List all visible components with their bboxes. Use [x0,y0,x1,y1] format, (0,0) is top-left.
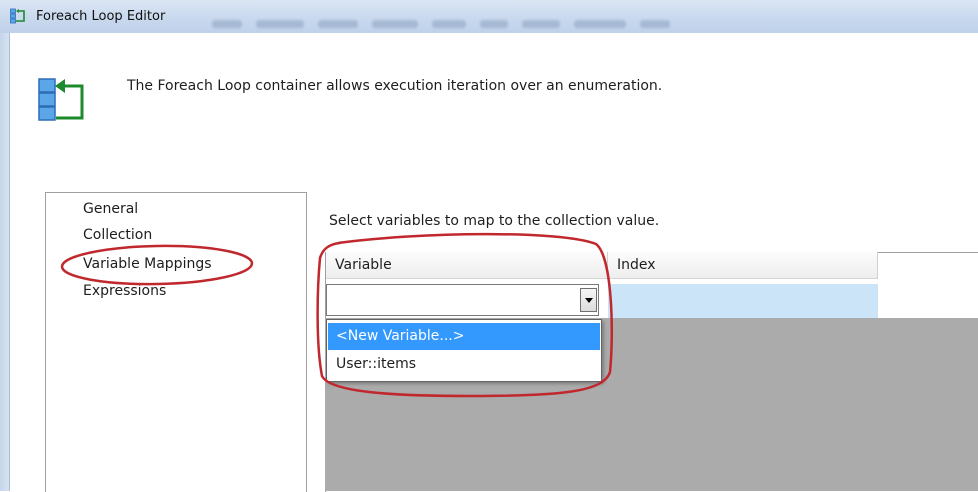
dropdown-option-user-items[interactable]: User::items [328,351,600,378]
chevron-down-icon [585,298,593,303]
window-title: Foreach Loop Editor [36,9,166,24]
title-bar: Foreach Loop Editor [0,0,978,33]
frame-divider [9,33,10,491]
window-frame [0,33,9,491]
nav-item-collection[interactable]: Collection [83,227,152,243]
editor-description: The Foreach Loop container allows execut… [127,78,663,94]
nav-item-variable-mappings[interactable]: Variable Mappings [83,256,212,272]
nav-item-general[interactable]: General [83,201,138,217]
page-list: General Collection Variable Mappings Exp… [45,192,307,492]
variable-combo-box[interactable] [326,284,599,316]
foreach-loop-icon [10,8,25,24]
combo-dropdown-button[interactable] [580,288,597,312]
nav-item-expressions[interactable]: Expressions [83,283,166,299]
background-menu-bar [212,20,832,32]
grid-row-index-cell[interactable] [608,284,878,318]
mapping-instructions: Select variables to map to the collectio… [329,213,660,229]
column-header-variable[interactable]: Variable [326,252,608,279]
variable-dropdown-list: <New Variable...> User::items [326,319,602,382]
column-header-index[interactable]: Index [608,252,878,279]
dropdown-option-new-variable[interactable]: <New Variable...> [328,323,600,350]
foreach-loop-icon [38,78,84,121]
